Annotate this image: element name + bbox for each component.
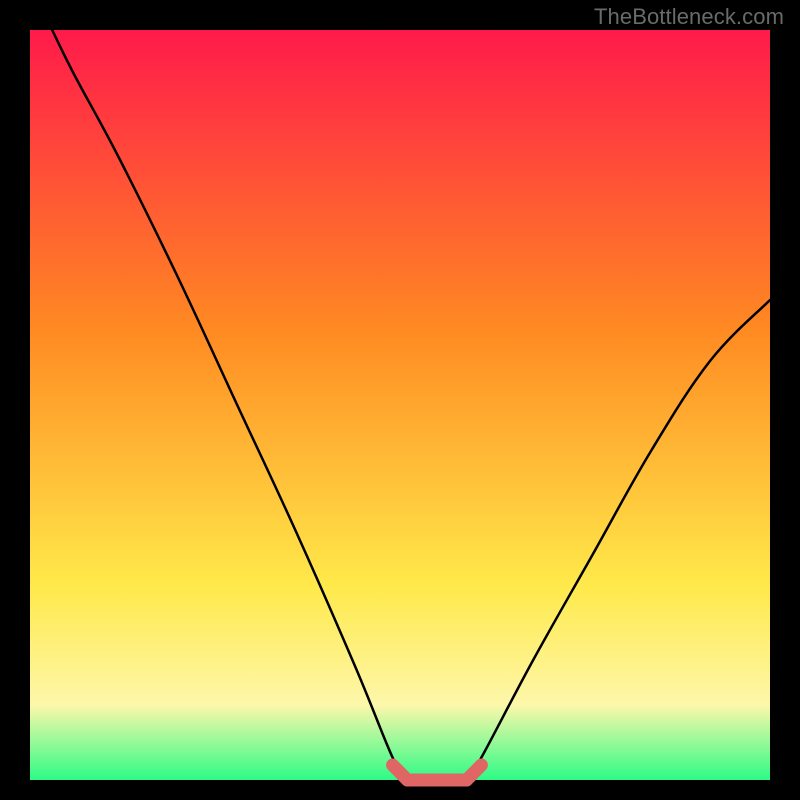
watermark-text: TheBottleneck.com xyxy=(594,4,784,30)
chart-stage: TheBottleneck.com xyxy=(0,0,800,800)
chart-svg xyxy=(0,0,800,800)
plot-background xyxy=(30,30,770,780)
